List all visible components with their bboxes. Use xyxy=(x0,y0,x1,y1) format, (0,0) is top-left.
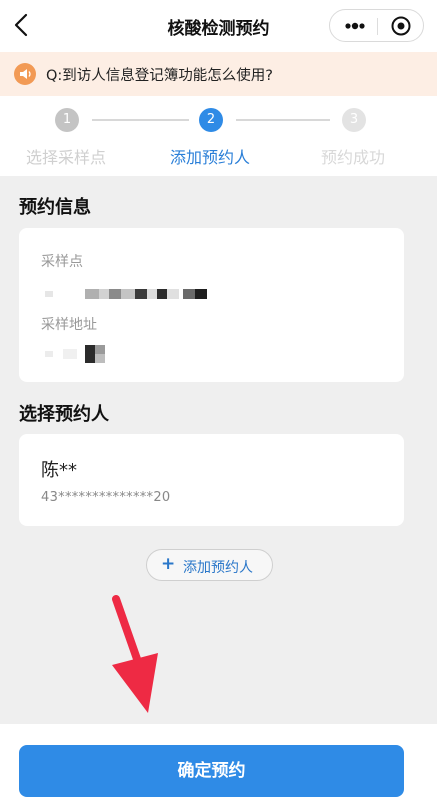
nav-bar: 核酸检测预约 xyxy=(0,0,437,52)
appointment-info-heading: 预约信息 xyxy=(19,197,91,218)
red-arrow-annotation xyxy=(112,595,158,713)
speaker-icon xyxy=(14,63,36,85)
step-3-label: 预约成功 xyxy=(321,148,386,167)
address-value-redacted xyxy=(45,345,117,363)
step-connector xyxy=(236,119,330,121)
step-2-number: 2 xyxy=(199,108,223,132)
step-1-label: 选择采样点 xyxy=(26,148,107,167)
appointment-info-card: 采样点 采样地址 xyxy=(19,228,404,382)
bottom-bar: 确定预约 xyxy=(0,724,437,803)
step-2-label: 添加预约人 xyxy=(170,148,251,167)
person-id-number: 43**************20 xyxy=(41,490,171,505)
notice-bar[interactable]: Q:到访人信息登记簿功能怎么使用? xyxy=(0,52,437,96)
site-label: 采样点 xyxy=(41,254,83,270)
add-person-label: 添加预约人 xyxy=(183,560,253,576)
capsule-divider xyxy=(377,18,378,35)
address-label: 采样地址 xyxy=(41,317,97,333)
mini-program-capsule xyxy=(329,9,424,42)
step-progress: 1 2 3 选择采样点 添加预约人 预约成功 xyxy=(0,96,437,176)
step-3-number: 3 xyxy=(342,108,366,132)
notice-text[interactable]: Q:到访人信息登记簿功能怎么使用? xyxy=(46,64,273,85)
step-connector xyxy=(92,119,189,121)
step-1-number: 1 xyxy=(55,108,79,132)
add-person-button[interactable]: + 添加预约人 xyxy=(146,549,273,581)
select-person-heading: 选择预约人 xyxy=(19,404,109,425)
site-value-redacted xyxy=(45,285,207,299)
target-circle-icon[interactable] xyxy=(386,15,416,37)
person-card[interactable]: 陈** 43**************20 xyxy=(19,434,404,526)
confirm-appointment-button[interactable]: 确定预约 xyxy=(19,745,404,797)
more-dots-icon[interactable] xyxy=(340,15,370,37)
person-name: 陈** xyxy=(41,460,77,481)
plus-icon: + xyxy=(161,554,176,574)
